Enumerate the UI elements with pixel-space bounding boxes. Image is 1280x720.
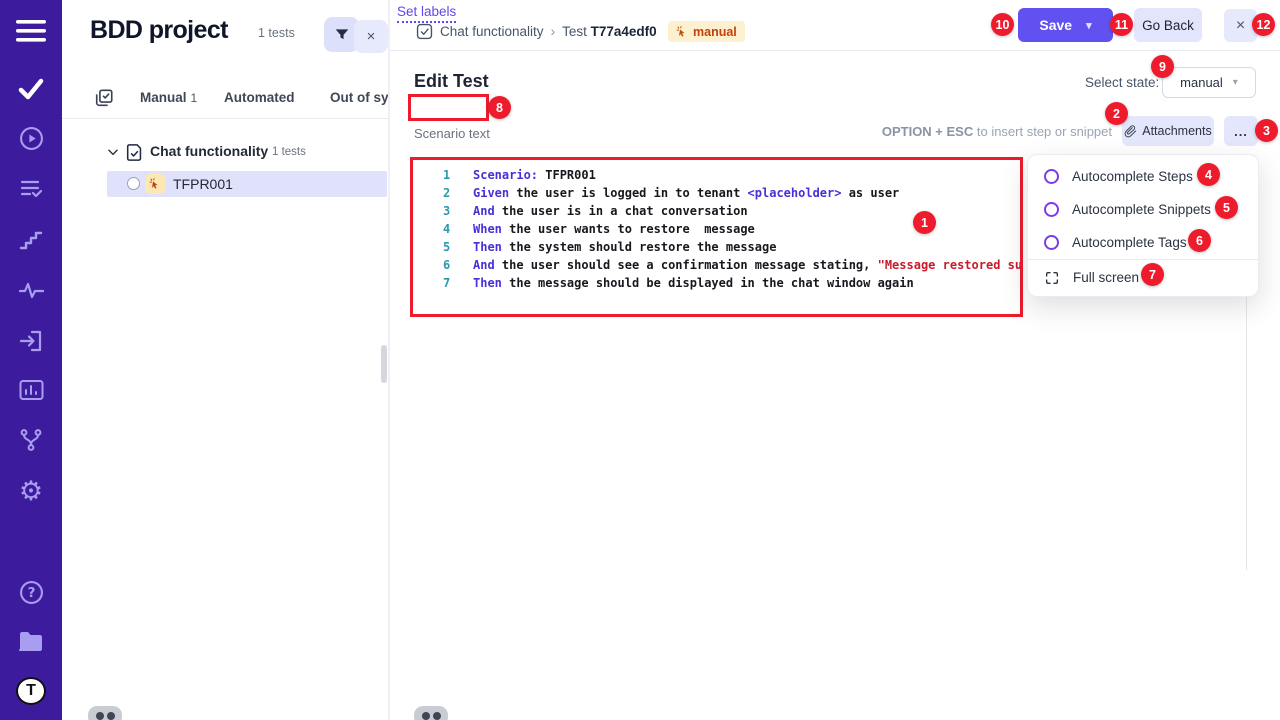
save-button[interactable]: Save ▾ bbox=[1018, 8, 1113, 42]
shortcut-hint: OPTION + ESC to insert step or snippet bbox=[390, 124, 1112, 139]
tab-out-of-sync[interactable]: Out of sy bbox=[330, 90, 389, 105]
app-root: ⚙ ? T BDD project 1 tests × Manual1 Auto… bbox=[0, 0, 1280, 720]
multi-select-icon[interactable] bbox=[94, 88, 114, 113]
close-icon: × bbox=[367, 28, 376, 45]
callout-11: 11 bbox=[1110, 13, 1133, 36]
breadcrumb-task-icon bbox=[416, 23, 433, 45]
callout-3: 3 bbox=[1255, 119, 1278, 142]
tests-check-icon[interactable] bbox=[0, 69, 62, 109]
manual-state-badge-label: manual bbox=[693, 25, 737, 39]
paperclip-icon bbox=[1124, 125, 1137, 138]
manual-cursor-icon bbox=[676, 26, 688, 38]
callout-10: 10 bbox=[991, 13, 1014, 36]
tree-test-row[interactable]: TFPR001 bbox=[107, 171, 387, 197]
breadcrumb-folder[interactable]: Chat functionality bbox=[440, 24, 544, 39]
breadcrumb-separator: › bbox=[551, 24, 556, 39]
callout-8: 8 bbox=[488, 96, 511, 119]
callout-2: 2 bbox=[1105, 102, 1128, 125]
tree-test-label: TFPR001 bbox=[173, 176, 233, 192]
annotation-box-editor: 1Scenario: TFPR001 2Given the user is lo… bbox=[410, 157, 1023, 317]
panel-scrollbar[interactable] bbox=[381, 345, 387, 383]
callout-4: 4 bbox=[1197, 163, 1220, 186]
state-select-value: manual bbox=[1180, 75, 1223, 90]
feedback-widget[interactable] bbox=[88, 706, 122, 720]
code-line: 5Then the system should restore the mess… bbox=[413, 238, 1023, 256]
manual-state-badge: manual bbox=[668, 21, 745, 42]
runs-play-icon[interactable] bbox=[0, 118, 62, 158]
test-radio-circle[interactable] bbox=[127, 177, 140, 190]
callout-1: 1 bbox=[913, 211, 936, 234]
radio-toggle-icon[interactable] bbox=[1044, 235, 1059, 250]
tree-group-label[interactable]: Chat functionality bbox=[150, 143, 268, 159]
settings-gear-icon[interactable]: ⚙ bbox=[0, 471, 62, 511]
tab-manual[interactable]: Manual1 bbox=[140, 90, 197, 105]
reports-bar-chart-icon[interactable] bbox=[0, 370, 62, 410]
breadcrumb-test-prefix: Test bbox=[562, 24, 591, 39]
testomat-logo[interactable]: T bbox=[0, 671, 62, 711]
steps-stairs-icon[interactable] bbox=[0, 220, 62, 260]
attachments-button[interactable]: Attachments bbox=[1122, 116, 1214, 146]
annotation-box-set-labels bbox=[408, 94, 489, 121]
tab-automated[interactable]: Automated bbox=[224, 90, 295, 105]
callout-5: 5 bbox=[1215, 196, 1238, 219]
tabs-divider bbox=[62, 118, 390, 119]
suite-document-icon bbox=[126, 143, 143, 167]
breadcrumb-test-id: T77a4edf0 bbox=[591, 24, 657, 39]
project-title: BDD project bbox=[90, 16, 228, 45]
chevron-down-icon[interactable] bbox=[106, 145, 120, 164]
shortcut-keys: OPTION + ESC bbox=[882, 124, 973, 139]
code-line: 1Scenario: TFPR001 bbox=[413, 166, 1023, 184]
callout-7: 7 bbox=[1141, 263, 1164, 286]
funnel-icon bbox=[334, 27, 350, 43]
import-login-icon[interactable] bbox=[0, 321, 62, 361]
close-icon: × bbox=[1236, 17, 1245, 35]
radio-toggle-icon[interactable] bbox=[1044, 169, 1059, 184]
caret-down-icon[interactable]: ▾ bbox=[1086, 19, 1092, 32]
go-back-button[interactable]: Go Back bbox=[1134, 8, 1202, 42]
callout-12: 12 bbox=[1252, 13, 1275, 36]
panel-divider-vertical bbox=[388, 0, 390, 720]
set-labels-link[interactable]: Set labels bbox=[397, 4, 456, 23]
fullscreen-icon bbox=[1044, 270, 1060, 286]
project-tests-count: 1 tests bbox=[258, 26, 295, 40]
icon-rail: ⚙ ? T bbox=[0, 0, 62, 720]
panel-tabs: Manual1 Automated Out of sy bbox=[62, 80, 390, 118]
radio-toggle-icon[interactable] bbox=[1044, 202, 1059, 217]
hamburger-menu-icon[interactable] bbox=[0, 11, 62, 51]
code-line: 2Given the user is logged in to tenant <… bbox=[413, 184, 1023, 202]
more-options-button[interactable]: ... bbox=[1224, 116, 1258, 146]
code-line: 6And the user should see a confirmation … bbox=[413, 256, 1023, 274]
feedback-widget[interactable] bbox=[414, 706, 448, 720]
ellipsis-icon: ... bbox=[1234, 124, 1248, 139]
panel-close-button[interactable]: × bbox=[354, 20, 388, 53]
attachments-button-label: Attachments bbox=[1142, 124, 1211, 138]
manual-cursor-icon bbox=[145, 174, 165, 194]
tree-group-row[interactable]: Chat functionality 1 tests bbox=[62, 140, 390, 166]
callout-9: 9 bbox=[1151, 55, 1174, 78]
menu-item-autocomplete-steps[interactable]: Autocomplete Steps bbox=[1028, 160, 1260, 193]
branch-share-icon[interactable] bbox=[0, 420, 62, 460]
menu-divider bbox=[1028, 259, 1260, 260]
projects-folder-icon[interactable] bbox=[0, 621, 62, 661]
menu-item-autocomplete-tags[interactable]: Autocomplete Tags bbox=[1028, 226, 1260, 259]
code-line: 7Then the message should be displayed in… bbox=[413, 274, 1023, 292]
select-state-label: Select state: bbox=[1085, 75, 1159, 90]
project-panel: BDD project 1 tests × Manual1 Automated … bbox=[62, 0, 390, 720]
breadcrumb: Chat functionality › Test T77a4edf0 bbox=[440, 24, 657, 39]
page-title: Edit Test bbox=[414, 71, 489, 92]
svg-text:?: ? bbox=[27, 585, 35, 601]
main-area: Chat functionality › Test T77a4edf0 manual… bbox=[390, 0, 1280, 720]
activity-pulse-icon[interactable] bbox=[0, 270, 62, 310]
caret-down-icon: ▾ bbox=[1233, 77, 1238, 88]
state-select[interactable]: manual ▾ bbox=[1162, 67, 1256, 98]
header-divider bbox=[390, 50, 1280, 51]
tree-group-count: 1 tests bbox=[272, 146, 306, 158]
help-question-icon[interactable]: ? bbox=[0, 572, 62, 612]
callout-6: 6 bbox=[1188, 229, 1211, 252]
plans-list-check-icon[interactable] bbox=[0, 168, 62, 208]
tab-manual-count: 1 bbox=[191, 91, 198, 105]
